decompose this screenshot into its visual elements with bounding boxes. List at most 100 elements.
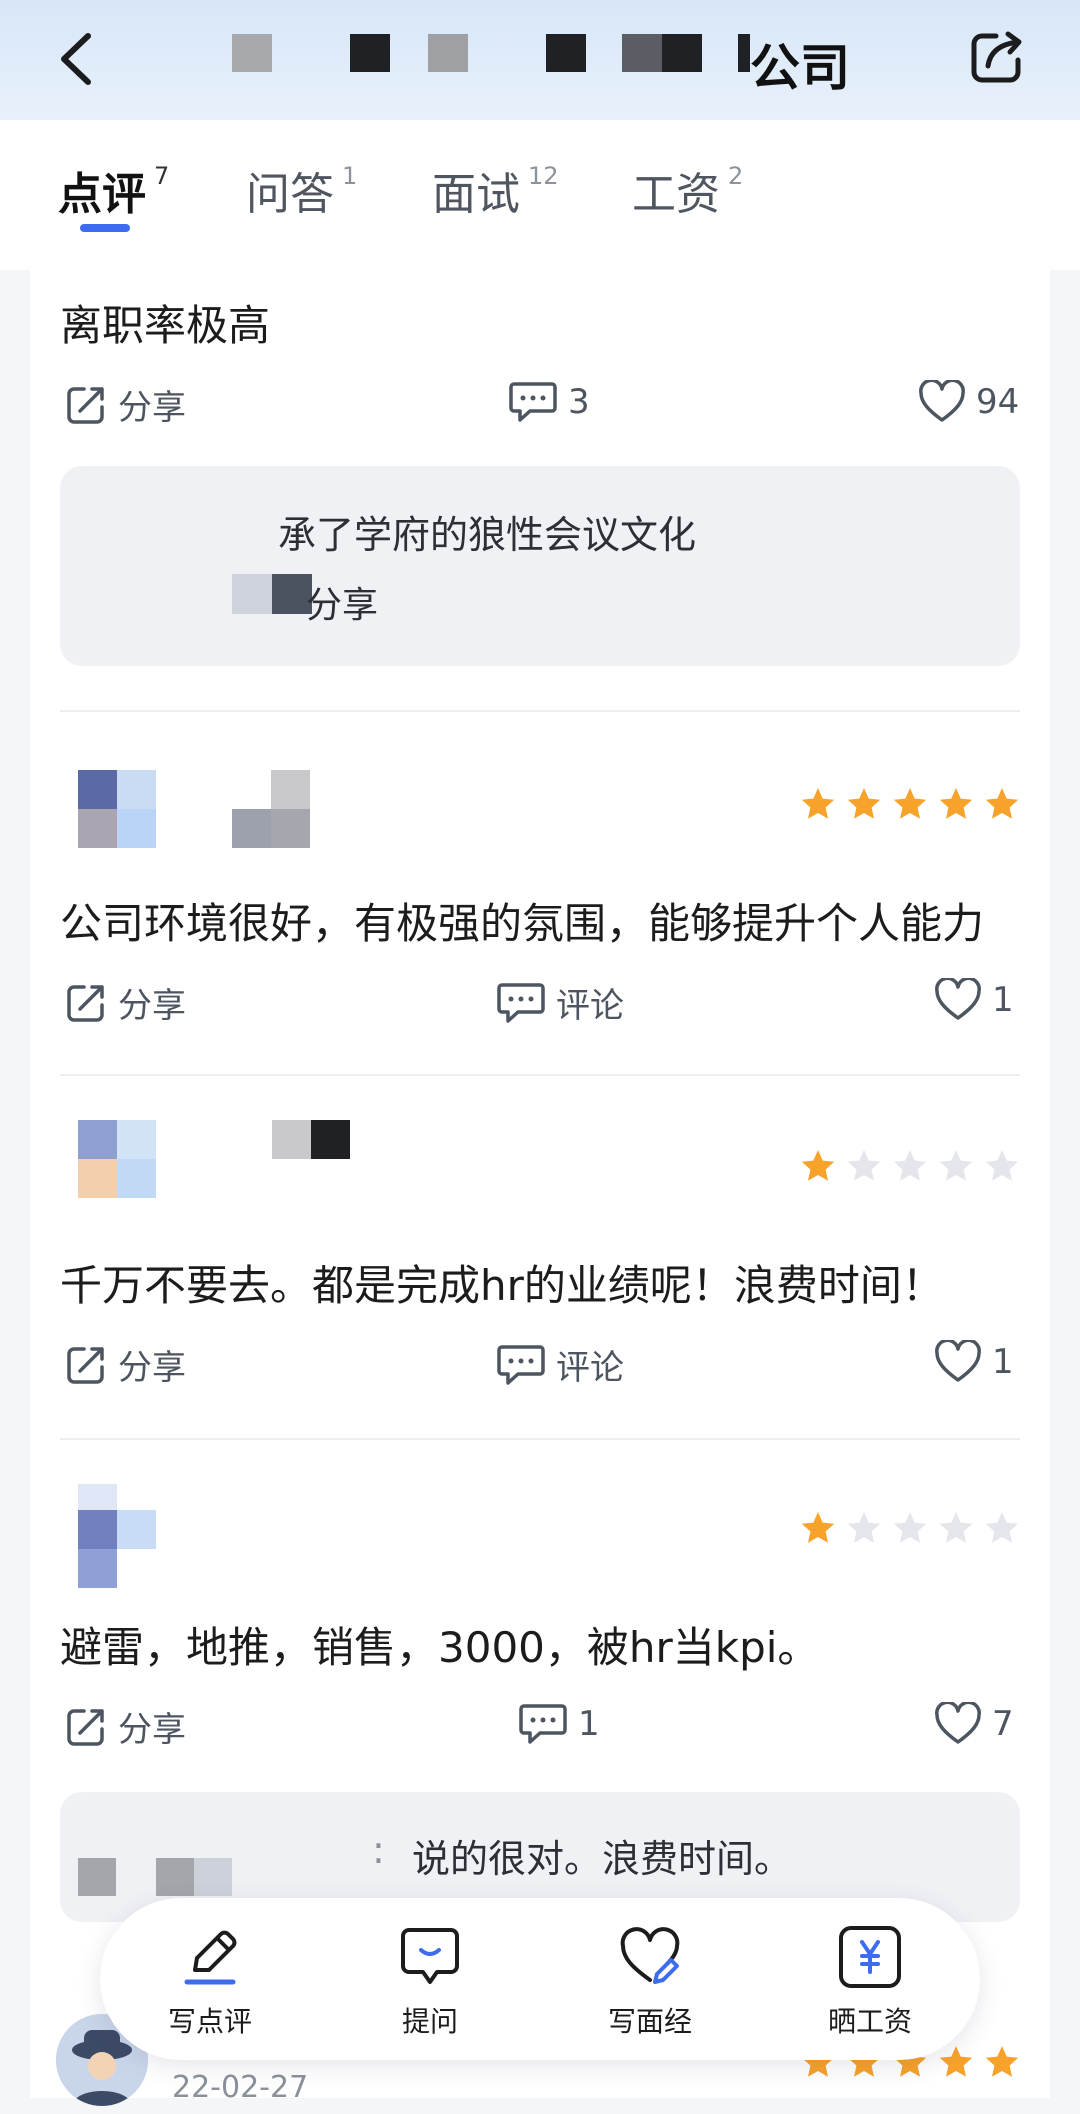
blurred-username bbox=[272, 1120, 350, 1198]
avatar bbox=[78, 770, 156, 848]
tab-bar: 点评 7 问答 1 面试 12 工资 2 bbox=[0, 120, 1080, 270]
like-action[interactable]: 94 bbox=[918, 380, 1019, 424]
blurred-text bbox=[232, 34, 272, 72]
blurred-avatar bbox=[156, 1858, 194, 1896]
comment-count: 3 bbox=[568, 382, 590, 422]
blurred-text bbox=[738, 34, 750, 72]
top-bar: 公司 bbox=[0, 0, 1080, 120]
review-content: 千万不要去。都是完成hr的业绩呢！浪费时间！ bbox=[60, 1261, 944, 1310]
blurred-avatar bbox=[232, 574, 272, 614]
heart-pen-icon bbox=[620, 1927, 680, 1984]
page-title: 公司 bbox=[750, 39, 850, 97]
write-interview-button[interactable]: 写面经 bbox=[580, 1922, 720, 2040]
yen-card-icon bbox=[839, 1926, 901, 1988]
star-icon bbox=[893, 788, 927, 819]
share-salary-button[interactable]: 晒工资 bbox=[800, 1922, 940, 2040]
review-content: 避雷，地推，销售，3000，被hr当kpi。 bbox=[60, 1623, 820, 1672]
review-content: 公司环境很好，有极强的氛围，能够提升个人能力 bbox=[60, 899, 985, 948]
share-action[interactable]: 分享 bbox=[64, 1702, 186, 1751]
reply-text: 说的很对。浪费时间。 bbox=[412, 1837, 793, 1881]
star-icon bbox=[985, 1512, 1019, 1543]
tab-count: 2 bbox=[728, 162, 744, 190]
blurred-text bbox=[546, 34, 586, 72]
share-icon bbox=[67, 1346, 104, 1384]
heart-icon bbox=[935, 978, 981, 1020]
share-icon bbox=[67, 386, 104, 424]
like-action[interactable]: 7 bbox=[934, 1702, 1014, 1746]
tab-indicator bbox=[80, 224, 130, 232]
star-icon bbox=[893, 1150, 927, 1181]
comment-icon bbox=[519, 1704, 567, 1744]
tab-interview[interactable]: 面试 12 bbox=[432, 158, 559, 222]
avatar bbox=[78, 1484, 156, 1588]
tab-label: 面试 bbox=[432, 169, 520, 220]
divider bbox=[60, 710, 1020, 712]
dock-label: 写点评 bbox=[167, 2005, 252, 2038]
star-icon bbox=[847, 1512, 881, 1543]
share-label: 分享 bbox=[118, 388, 186, 428]
back-button[interactable] bbox=[50, 26, 110, 92]
blurred-avatar bbox=[78, 1858, 116, 1896]
share-action[interactable]: 分享 bbox=[64, 380, 186, 429]
heart-icon bbox=[935, 1702, 981, 1744]
write-review-button[interactable]: 写点评 bbox=[140, 1922, 280, 2040]
comment-label: 评论 bbox=[556, 1348, 624, 1388]
reply-prefix: : bbox=[372, 1828, 385, 1872]
action-dock: 写点评 提问 写面经 晒工资 bbox=[100, 1898, 980, 2060]
pencil-icon bbox=[184, 1930, 237, 1985]
star-icon bbox=[939, 1512, 973, 1543]
blurred-text bbox=[662, 34, 702, 72]
tab-qa[interactable]: 问答 1 bbox=[246, 158, 357, 222]
comment-count: 1 bbox=[578, 1704, 600, 1744]
like-action[interactable]: 1 bbox=[934, 978, 1014, 1022]
star-icon bbox=[985, 788, 1019, 819]
rating-stars bbox=[800, 1148, 1020, 1184]
reply-box[interactable]: 承了学府的狼性会议文化 分享 bbox=[60, 466, 1020, 666]
divider bbox=[60, 1438, 1020, 1440]
tab-label: 点评 bbox=[58, 169, 146, 220]
star-icon bbox=[801, 1150, 835, 1181]
tab-salary[interactable]: 工资 2 bbox=[632, 158, 743, 222]
dock-label: 提问 bbox=[401, 2005, 458, 2038]
comment-icon bbox=[497, 982, 545, 1023]
comment-action[interactable]: 评论 bbox=[496, 1340, 624, 1389]
star-icon bbox=[939, 1150, 973, 1181]
company-name: 公司 bbox=[230, 26, 850, 97]
share-button[interactable] bbox=[966, 26, 1030, 90]
blurred-text bbox=[622, 34, 662, 72]
rating-stars bbox=[800, 1510, 1020, 1546]
star-icon bbox=[847, 788, 881, 819]
star-icon bbox=[985, 1150, 1019, 1181]
chevron-left-icon bbox=[61, 33, 91, 85]
tab-count: 1 bbox=[342, 162, 358, 190]
comment-icon bbox=[509, 382, 557, 422]
comment-label: 评论 bbox=[556, 986, 624, 1026]
like-count: 94 bbox=[976, 382, 1020, 422]
reply-text: 承了学府的狼性会议文化 bbox=[278, 513, 697, 557]
comment-action[interactable]: 1 bbox=[518, 1702, 600, 1746]
comment-action[interactable]: 评论 bbox=[496, 978, 624, 1027]
share-icon bbox=[67, 1708, 104, 1746]
review-date: 22-02-27 bbox=[172, 2070, 309, 2105]
reply-share[interactable]: 分享 bbox=[306, 576, 378, 628]
heart-icon bbox=[935, 1340, 981, 1382]
share-label: 分享 bbox=[118, 1710, 186, 1750]
share-action[interactable]: 分享 bbox=[64, 1340, 186, 1389]
star-icon bbox=[985, 2046, 1019, 2077]
tab-count: 12 bbox=[528, 162, 559, 190]
heart-icon bbox=[919, 380, 965, 422]
comment-action[interactable]: 3 bbox=[508, 380, 590, 424]
blurred-text bbox=[428, 34, 468, 72]
like-count: 1 bbox=[992, 1342, 1014, 1382]
blurred-avatar bbox=[194, 1858, 232, 1896]
share-label: 分享 bbox=[118, 986, 186, 1026]
tab-reviews[interactable]: 点评 7 bbox=[58, 158, 169, 222]
like-count: 1 bbox=[992, 980, 1014, 1020]
ask-question-button[interactable]: 提问 bbox=[360, 1922, 500, 2040]
divider bbox=[60, 1074, 1020, 1076]
like-action[interactable]: 1 bbox=[934, 1340, 1014, 1384]
blurred-text bbox=[350, 34, 390, 72]
chat-bubble-icon bbox=[401, 1928, 459, 1984]
share-label: 分享 bbox=[118, 1348, 186, 1388]
share-action[interactable]: 分享 bbox=[64, 978, 186, 1027]
